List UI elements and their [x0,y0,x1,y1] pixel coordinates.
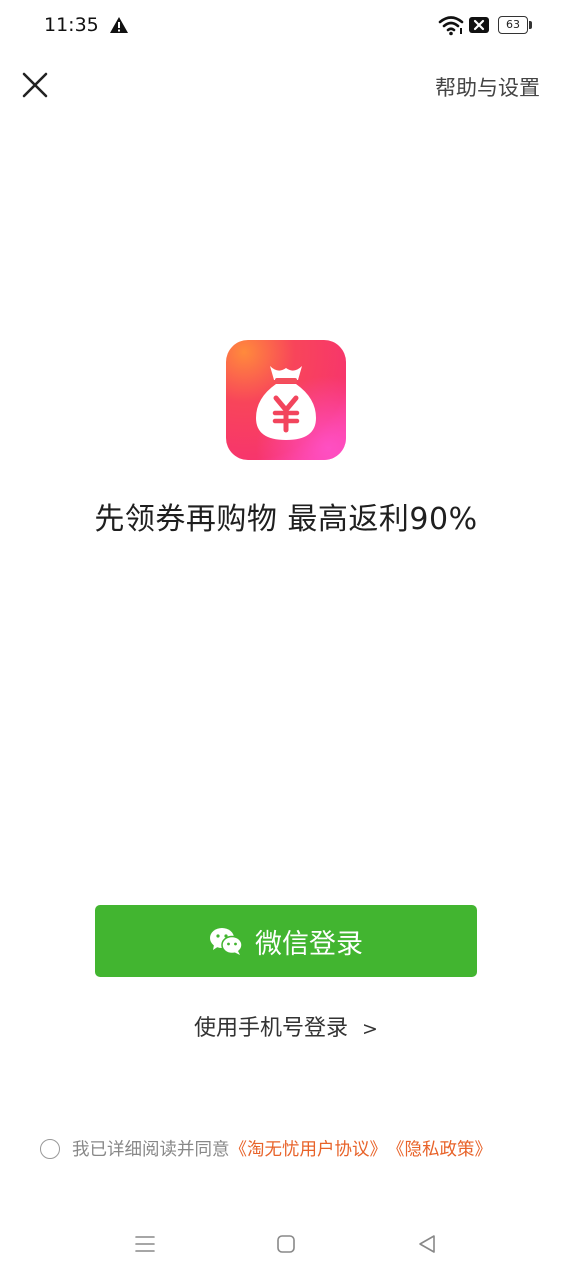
sim-off-icon [469,17,489,33]
agreement-prefix: 我已详细阅读并同意 [72,1140,230,1160]
wechat-login-label: 微信登录 [255,928,363,960]
phone-login-label: 使用手机号登录 [194,1016,349,1041]
wechat-icon [210,928,243,955]
chevron-right-icon: > [362,1018,378,1040]
privacy-policy-link[interactable]: 《隐私政策》 [387,1136,492,1161]
app-logo [226,340,346,460]
wechat-login-button[interactable]: 微信登录 [95,905,477,977]
user-agreement-link[interactable]: 《淘无忧用户协议》 [230,1136,388,1161]
slogan: 先领券再购物 最高返利90% [94,502,478,537]
status-time: 11:35 [44,14,99,36]
battery-tip [529,21,532,29]
agreement-row: 我已详细阅读并同意 《淘无忧用户协议》 《隐私政策》 [40,1136,492,1161]
help-settings-link[interactable]: 帮助与设置 [435,72,540,102]
agreement-checkbox[interactable] [40,1138,60,1159]
close-button[interactable] [18,68,52,102]
home-icon[interactable] [276,1234,296,1254]
battery-icon: 63 [498,16,528,34]
money-bag-yuan-icon [226,340,346,460]
phone-login-link[interactable]: 使用手机号登录 > [0,1010,572,1042]
warning-icon [110,17,128,33]
menu-icon[interactable] [134,1234,156,1254]
back-icon[interactable] [416,1234,438,1254]
wifi-icon [438,16,464,36]
